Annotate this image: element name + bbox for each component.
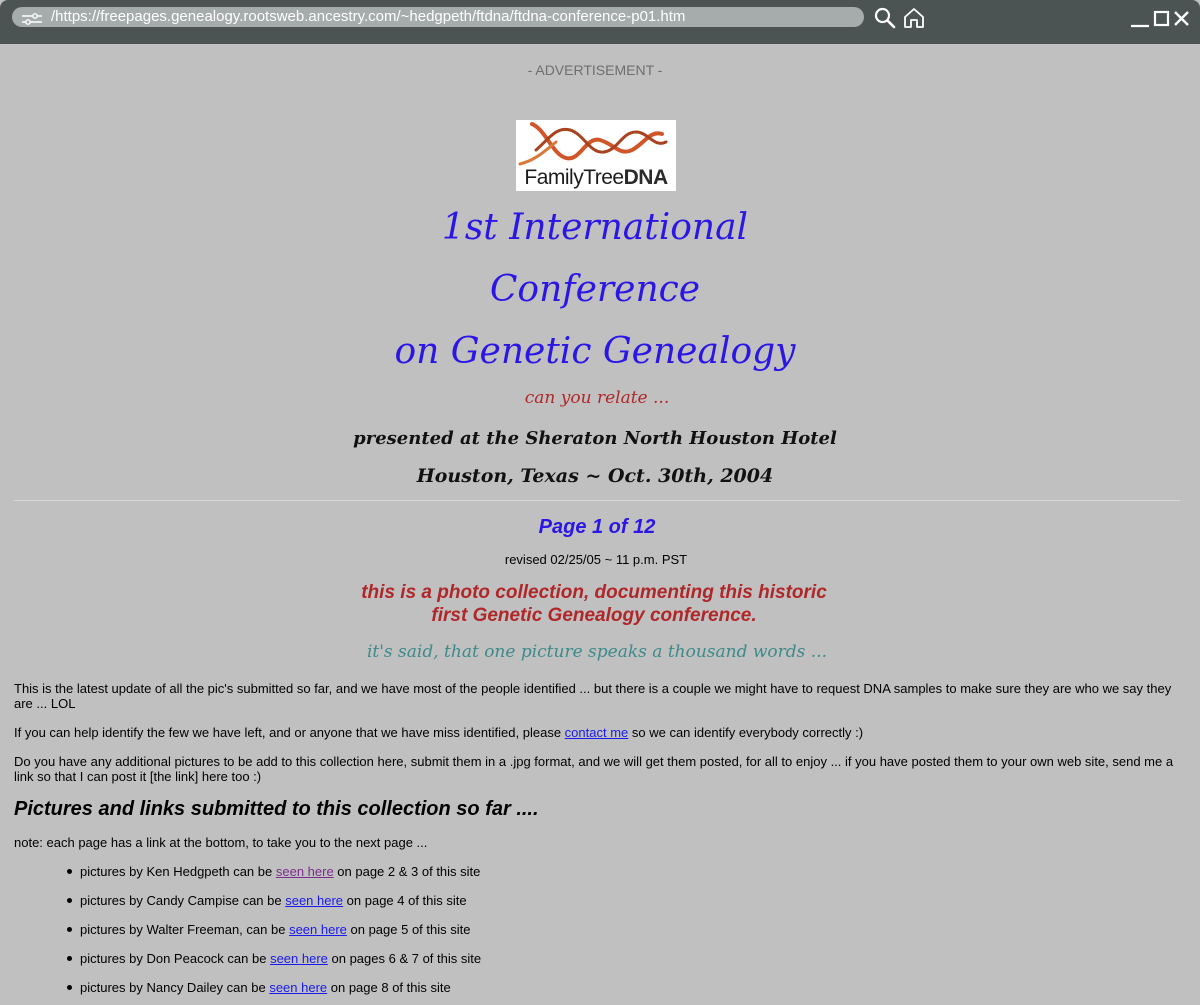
bullet-icon — [67, 898, 72, 904]
conference-title-line-3: on Genetic Genealogy — [394, 331, 796, 372]
horizontal-divider — [14, 500, 1180, 501]
revised-date: revised 02/25/05 ~ 11 p.m. PST — [504, 552, 688, 567]
bullet-icon — [67, 927, 72, 933]
bullet-icon — [67, 956, 72, 962]
contact-me-link[interactable]: contact me — [565, 725, 629, 740]
seen-here-link[interactable]: seen here — [285, 893, 343, 908]
list-item: pictures by Don Peacock can be seen here… — [67, 951, 481, 966]
seen-here-link[interactable]: seen here — [270, 951, 328, 966]
logo-wordmark: FamilyTreeDNA — [524, 166, 668, 189]
address-bar[interactable]: /https://freepages.genealogy.rootsweb.an… — [12, 7, 864, 27]
home-icon[interactable] — [902, 6, 926, 30]
intro-paragraph: This is the latest update of all the pic… — [14, 681, 1172, 711]
web-page: - ADVERTISEMENT - FamilyTreeDNA 1st Inte… — [0, 44, 1200, 1005]
search-icon[interactable] — [873, 6, 897, 30]
page-number: Page 1 of 12 — [538, 516, 656, 538]
list-item: pictures by Ken Hedgpeth can be seen her… — [67, 864, 480, 879]
venue-line: presented at the Sheraton North Houston … — [353, 428, 837, 449]
bullet-icon — [67, 869, 72, 875]
minimize-icon[interactable] — [1128, 6, 1152, 30]
pictures-heading: Pictures and links submitted to this col… — [14, 798, 539, 820]
list-item: pictures by Walter Freeman, can be seen … — [67, 922, 470, 937]
url-text: /https://freepages.genealogy.rootsweb.an… — [51, 8, 686, 25]
dna-helix-icon — [518, 122, 668, 166]
bullet-icon — [67, 985, 72, 991]
next-page-note: note: each page has a link at the bottom… — [14, 835, 428, 850]
list-item: pictures by Nancy Dailey can be seen her… — [67, 980, 451, 995]
conference-title-line-2: Conference — [489, 269, 701, 310]
seen-here-link[interactable]: seen here — [276, 864, 334, 879]
contact-paragraph: If you can help identify the few we have… — [14, 725, 864, 740]
collection-description-line-1: this is a photo collection, documenting … — [361, 582, 827, 603]
seen-here-link[interactable]: seen here — [269, 980, 327, 995]
submit-paragraph: Do you have any additional pictures to b… — [14, 754, 1174, 784]
thousand-words-quote: it's said, that one picture speaks a tho… — [366, 642, 828, 662]
familytreedna-logo[interactable]: FamilyTreeDNA — [516, 120, 676, 191]
location-date-line: Houston, Texas ~ Oct. 30th, 2004 — [416, 465, 774, 487]
advertisement-label: - ADVERTISEMENT - — [527, 62, 663, 78]
list-item: pictures by Candy Campise can be seen he… — [67, 893, 467, 908]
seen-here-link[interactable]: seen here — [289, 922, 347, 937]
collection-description-line-2: first Genetic Genealogy conference. — [431, 605, 757, 626]
close-icon[interactable] — [1170, 6, 1194, 30]
tagline: can you relate ... — [524, 388, 670, 408]
browser-toolbar: /https://freepages.genealogy.rootsweb.an… — [0, 0, 1200, 44]
tune-icon[interactable] — [21, 11, 43, 25]
conference-title-line-1: 1st International — [441, 207, 749, 248]
